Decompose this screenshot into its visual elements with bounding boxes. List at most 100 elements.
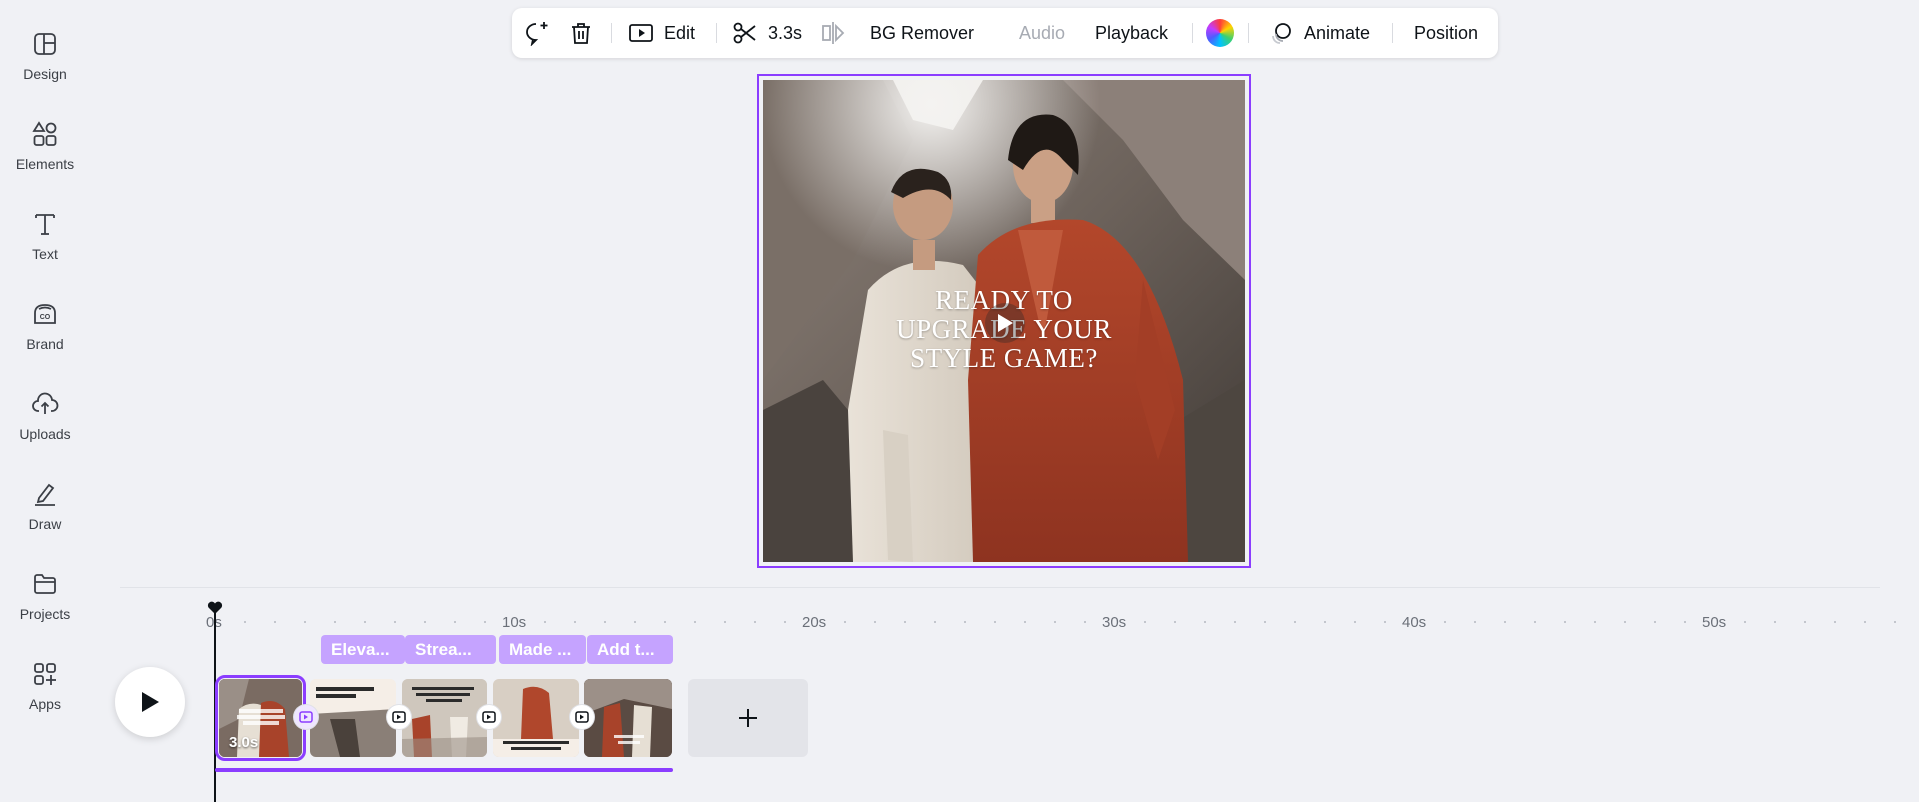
audio-button[interactable]: Audio xyxy=(1019,8,1065,58)
elements-icon xyxy=(32,121,57,146)
playhead-handle-icon[interactable] xyxy=(207,601,223,615)
audio-label: Audio xyxy=(1019,22,1066,43)
caption-track-item[interactable]: Eleva... xyxy=(321,635,405,664)
toolbar-divider xyxy=(1248,23,1249,43)
ruler-tick xyxy=(1684,621,1686,623)
sidebar-item-label: Text xyxy=(32,246,58,262)
caption-track-item[interactable]: Strea... xyxy=(405,635,496,664)
sidebar-item-draw[interactable]: Draw xyxy=(0,470,90,550)
transition-button[interactable] xyxy=(387,705,411,729)
playback-label: Playback xyxy=(1095,22,1169,43)
sidebar-item-label: Uploads xyxy=(19,426,71,442)
ruler-tick xyxy=(1834,621,1836,623)
caption-text: Add t... xyxy=(597,640,655,659)
timeline-clip[interactable] xyxy=(310,679,396,757)
sidebar-item-projects[interactable]: Projects xyxy=(0,560,90,640)
transition-button[interactable] xyxy=(570,705,594,729)
ruler-tick xyxy=(1594,621,1596,623)
sidebar-item-elements[interactable]: Elements xyxy=(0,110,90,190)
svg-text:CO: CO xyxy=(40,314,51,321)
ruler-tick xyxy=(994,621,996,623)
add-clip-button[interactable] xyxy=(688,679,808,757)
ruler-tick xyxy=(1774,621,1776,623)
ruler-tick xyxy=(844,621,846,623)
trim-duration-button[interactable]: 3.3s xyxy=(732,8,802,58)
sidebar-item-label: Projects xyxy=(19,606,71,622)
transition-icon xyxy=(482,711,496,723)
sidebar-item-brand[interactable]: CO Brand xyxy=(0,290,90,370)
playhead[interactable] xyxy=(214,610,216,802)
animate-button[interactable]: Animate xyxy=(1268,8,1370,58)
transition-icon xyxy=(299,711,313,723)
ruler-tick xyxy=(1654,621,1656,623)
clip-duration: 3.0s xyxy=(229,734,259,751)
ruler-tick xyxy=(1624,621,1626,623)
ruler-tick xyxy=(1444,621,1446,623)
ruler-tick xyxy=(1324,621,1326,623)
sidebar-item-label: Design xyxy=(23,66,67,82)
position-button[interactable]: Position xyxy=(1414,8,1478,58)
ruler-tick xyxy=(334,621,336,623)
ruler-tick xyxy=(1504,621,1506,623)
flip-button[interactable] xyxy=(820,8,846,58)
headline-line: STYLE GAME? xyxy=(910,343,1098,373)
sidebar-item-design[interactable]: Design xyxy=(0,20,90,100)
caption-track-item[interactable]: Add t... xyxy=(587,635,673,664)
timeline-play-button[interactable] xyxy=(115,667,185,737)
transition-icon xyxy=(575,711,589,723)
toolbar-divider xyxy=(1192,23,1193,43)
delete-button[interactable] xyxy=(568,8,594,58)
sidebar-item-apps[interactable]: Apps xyxy=(0,650,90,730)
add-comment-button[interactable] xyxy=(524,8,550,58)
caption-track-item[interactable]: Made ... xyxy=(499,635,586,664)
scissors-icon xyxy=(733,22,756,44)
sidebar-item-label: Brand xyxy=(26,336,64,352)
timeline-clip[interactable]: 3.0s xyxy=(215,675,306,761)
ruler-tick xyxy=(1174,621,1176,623)
audio-track-bar[interactable] xyxy=(215,768,673,772)
transition-button[interactable] xyxy=(294,705,318,729)
ruler-tick xyxy=(964,621,966,623)
ruler-tick xyxy=(904,621,906,623)
ruler-tick xyxy=(664,621,666,623)
video-page-canvas[interactable]: READY TO UPGRADE YOUR STYLE GAME? xyxy=(763,80,1245,562)
timeline-clip[interactable] xyxy=(402,679,487,757)
ruler-tick xyxy=(694,621,696,623)
ruler-tick xyxy=(1744,621,1746,623)
trash-icon xyxy=(572,23,590,44)
ruler-tick xyxy=(1354,621,1356,623)
ruler-tick xyxy=(1294,621,1296,623)
playback-button[interactable]: Playback xyxy=(1095,8,1168,58)
text-icon xyxy=(35,214,55,235)
ruler-tick xyxy=(1564,621,1566,623)
ruler-tick xyxy=(1894,621,1896,623)
edit-video-button[interactable]: Edit xyxy=(628,8,695,58)
transition-button[interactable] xyxy=(477,705,501,729)
color-wheel-icon xyxy=(1206,19,1234,47)
sidebar-item-text[interactable]: Text xyxy=(0,200,90,280)
ruler-tick xyxy=(604,621,606,623)
timeline-clip[interactable] xyxy=(584,679,672,757)
ruler-label: 30s xyxy=(1102,614,1127,631)
ruler-label: 20s xyxy=(802,614,827,631)
projects-icon xyxy=(34,574,56,594)
video-play-button[interactable] xyxy=(985,303,1025,343)
sidebar-item-uploads[interactable]: Uploads xyxy=(0,380,90,460)
ruler-tick xyxy=(274,621,276,623)
caption-text: Made ... xyxy=(509,640,572,659)
play-icon xyxy=(998,314,1013,332)
clip-thumbnail xyxy=(584,679,672,757)
color-button[interactable] xyxy=(1206,8,1234,58)
ruler-tick xyxy=(934,621,936,623)
design-canvas-frame[interactable]: READY TO UPGRADE YOUR STYLE GAME? xyxy=(757,74,1251,568)
clip-thumbnail xyxy=(493,679,579,757)
bg-remover-button[interactable]: BG Remover xyxy=(870,8,974,58)
ruler-tick xyxy=(874,621,876,623)
ruler-tick xyxy=(1144,621,1146,623)
ruler-label: 10s xyxy=(502,614,527,631)
timeline-clip[interactable] xyxy=(493,679,579,757)
ruler-tick xyxy=(454,621,456,623)
flip-icon xyxy=(822,22,845,44)
ruler-tick xyxy=(754,621,756,623)
transition-icon xyxy=(392,711,406,723)
